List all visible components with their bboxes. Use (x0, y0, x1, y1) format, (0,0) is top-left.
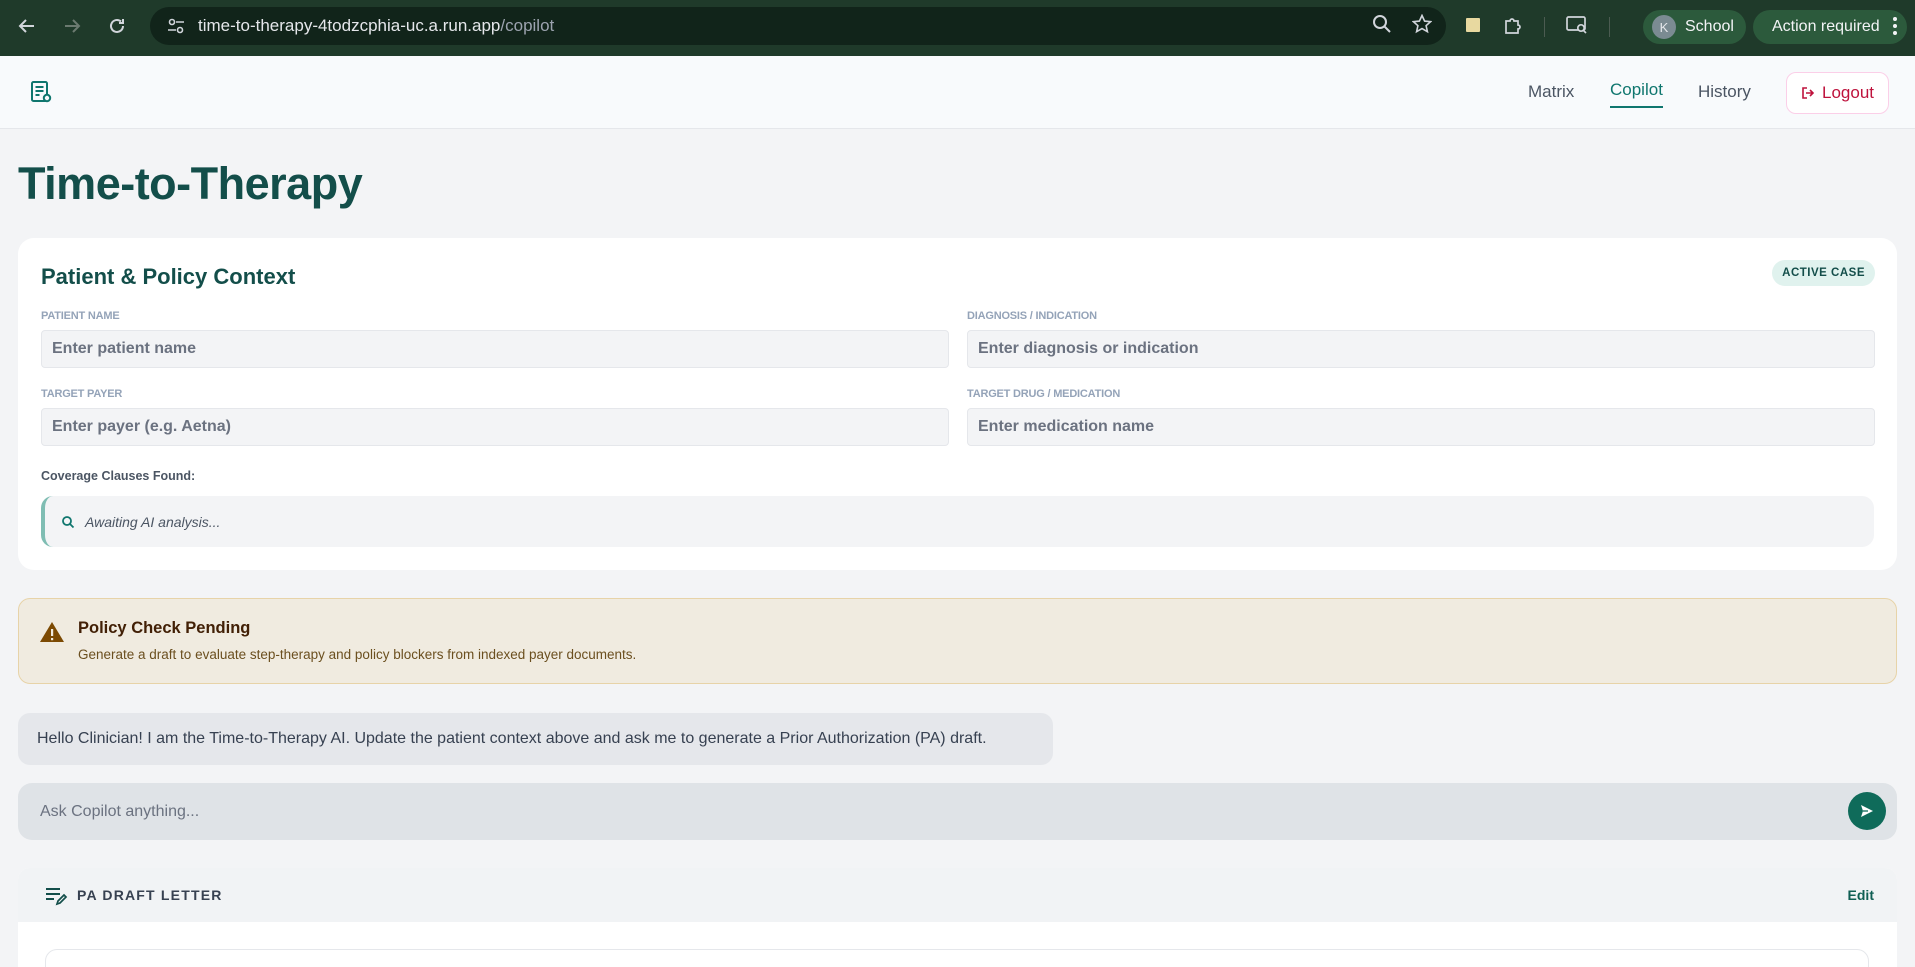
url-text: time-to-therapy-4todzcphia-uc.a.run.app/… (198, 16, 554, 36)
profile-name: School (1685, 18, 1734, 35)
payer-input[interactable] (41, 408, 949, 446)
reload-icon[interactable] (103, 12, 131, 40)
tab-search-icon[interactable] (1565, 15, 1589, 40)
nav-matrix[interactable]: Matrix (1528, 82, 1574, 102)
chat-input[interactable] (18, 783, 1838, 840)
address-bar[interactable]: time-to-therapy-4todzcphia-uc.a.run.app/… (150, 7, 1446, 45)
coverage-clauses-status: Awaiting AI analysis... (85, 513, 221, 530)
diagnosis-label: DIAGNOSIS / INDICATION (967, 310, 1097, 322)
menu-kebab-icon[interactable] (1893, 17, 1897, 35)
bookmark-star-icon[interactable] (1411, 13, 1433, 39)
coverage-clauses-box: Awaiting AI analysis... (41, 496, 1874, 547)
extensions-puzzle-icon[interactable] (1502, 14, 1524, 41)
warning-icon (39, 620, 65, 644)
logout-button[interactable]: Logout (1786, 72, 1889, 114)
policy-check-banner: Policy Check Pending Generate a draft to… (18, 598, 1897, 684)
edit-note-icon (44, 885, 68, 907)
logout-icon (1802, 87, 1815, 99)
url-host: time-to-therapy-4todzcphia-uc.a.run.app (198, 16, 501, 35)
policy-check-title: Policy Check Pending (78, 619, 251, 637)
payer-label: TARGET PAYER (41, 388, 123, 400)
browser-toolbar: time-to-therapy-4todzcphia-uc.a.run.app/… (0, 0, 1915, 56)
card-title: Patient & Policy Context (41, 264, 296, 289)
pa-draft-title: PA DRAFT LETTER (77, 887, 223, 903)
patient-name-input[interactable] (41, 330, 949, 368)
patient-name-label: PATIENT NAME (41, 310, 120, 322)
extension-note-icon[interactable] (1464, 16, 1482, 39)
diagnosis-input[interactable] (967, 330, 1875, 368)
back-icon[interactable] (13, 12, 41, 40)
zoom-icon[interactable] (1372, 14, 1392, 39)
coverage-clauses-label: Coverage Clauses Found: (41, 469, 196, 483)
edit-button[interactable]: Edit (1848, 887, 1874, 903)
search-icon (61, 515, 75, 529)
url-path: /copilot (500, 16, 555, 35)
send-button[interactable] (1848, 792, 1886, 830)
avatar: K (1652, 15, 1676, 39)
extension-area (1464, 12, 1610, 42)
drug-label: TARGET DRUG / MEDICATION (967, 388, 1121, 400)
profile-chip[interactable]: K School (1643, 10, 1746, 44)
action-required-label: Action required (1772, 18, 1880, 35)
nav-copilot[interactable]: Copilot (1610, 80, 1663, 100)
nav-active-indicator (1610, 106, 1663, 108)
app-logo-icon[interactable] (29, 80, 53, 104)
page-title: Time-to-Therapy (18, 158, 363, 209)
toolbar-separator (1544, 17, 1545, 37)
drug-input[interactable] (967, 408, 1875, 446)
forward-icon[interactable] (58, 12, 86, 40)
pa-draft-letter-panel: PA DRAFT LETTER Edit (18, 868, 1897, 967)
policy-check-text: Generate a draft to evaluate step-therap… (78, 647, 637, 662)
patient-context-card: Patient & Policy Context ACTIVE CASE PAT… (18, 238, 1897, 570)
nav-history[interactable]: History (1698, 82, 1751, 102)
pa-draft-header: PA DRAFT LETTER Edit (18, 868, 1897, 922)
app-header: Matrix Copilot History Logout (0, 56, 1915, 129)
logout-label: Logout (1822, 83, 1874, 102)
action-required-chip[interactable]: Action required (1753, 10, 1907, 44)
status-badge: ACTIVE CASE (1772, 260, 1875, 286)
pa-draft-textarea[interactable] (45, 949, 1869, 967)
toolbar-separator (1609, 17, 1610, 37)
site-info-icon[interactable] (164, 14, 188, 38)
assistant-message: Hello Clinician! I am the Time-to-Therap… (18, 713, 1053, 765)
send-icon (1861, 805, 1873, 817)
chat-composer (18, 783, 1897, 840)
